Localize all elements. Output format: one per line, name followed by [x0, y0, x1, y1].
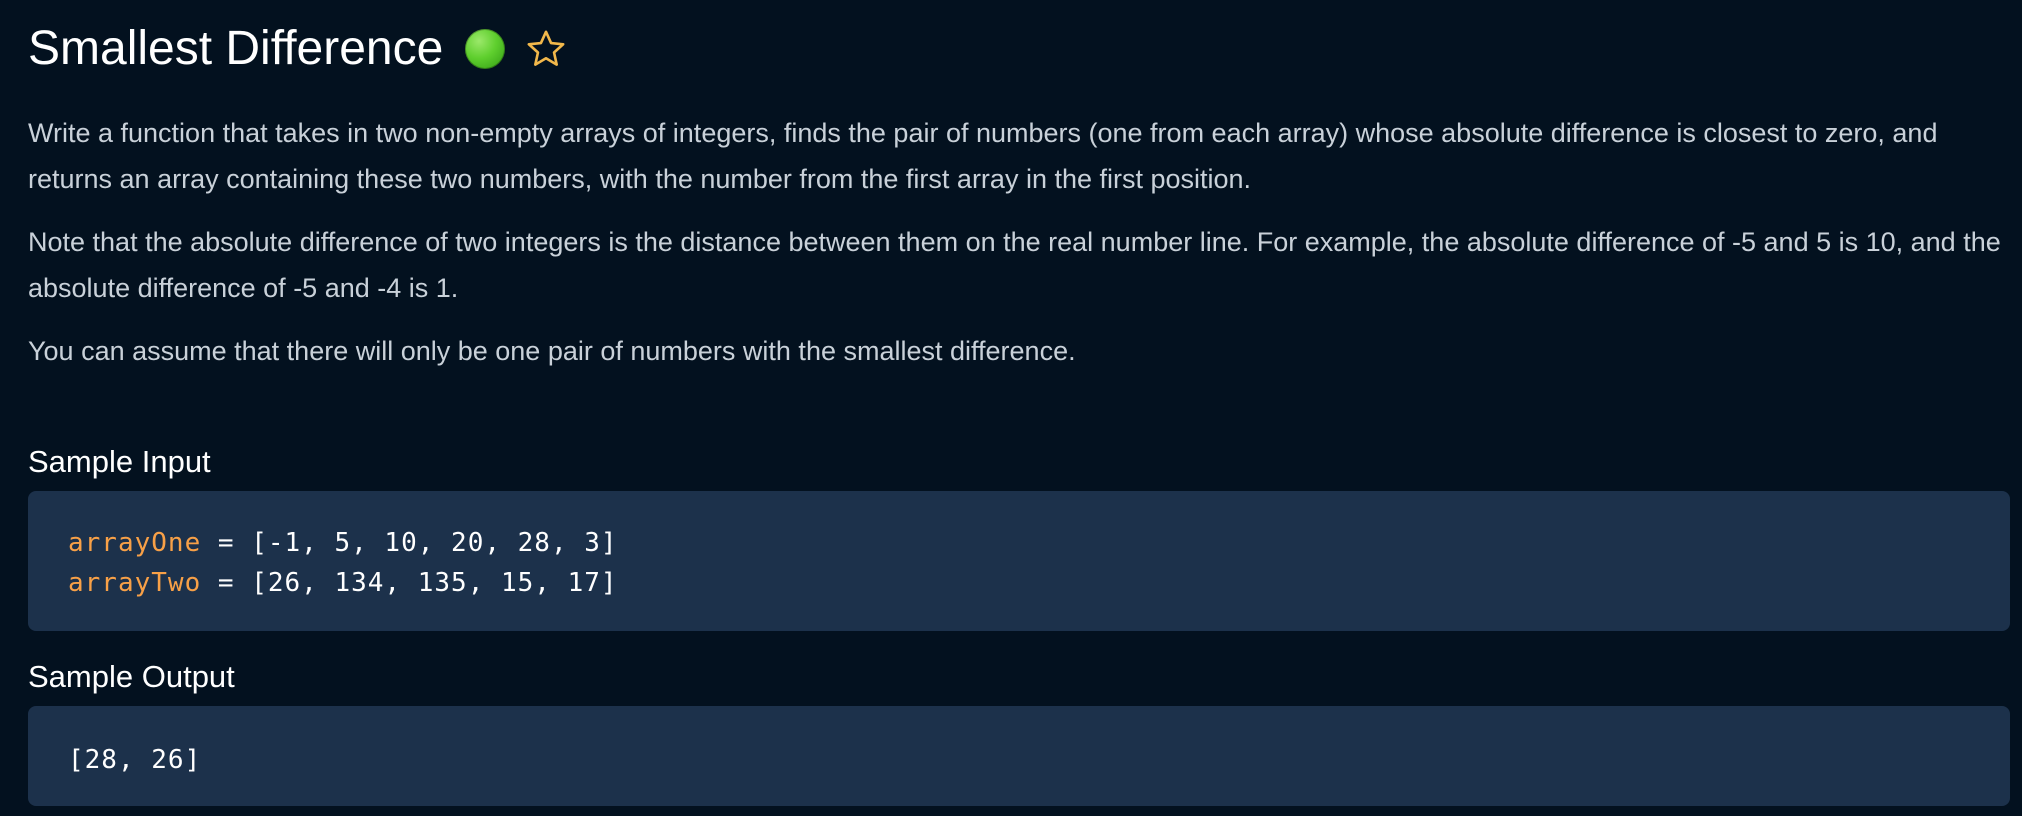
description-paragraph-3: You can assume that there will only be o… — [28, 336, 1076, 366]
code-variable: arrayOne — [68, 528, 202, 558]
title-row: Smallest Difference — [28, 0, 2010, 98]
sample-output-code-block: [28, 26] — [28, 706, 2010, 806]
code-line-output: [28, 26] — [68, 745, 202, 775]
page-title: Smallest Difference — [28, 22, 444, 75]
star-icon[interactable] — [525, 28, 567, 70]
sample-input-code-block: arrayOne = [-1, 5, 10, 20, 28, 3] arrayT… — [28, 491, 2010, 631]
green-dot-icon — [465, 29, 506, 69]
description-paragraph-2: Note that the absolute difference of two… — [28, 227, 2001, 303]
description-paragraph-1: Write a function that takes in two non-e… — [28, 118, 1938, 194]
sample-output-heading: Sample Output — [28, 659, 235, 694]
code-line-array-two: arrayTwo = [26, 134, 135, 15, 17] — [68, 563, 1970, 603]
sample-input-heading: Sample Input — [28, 444, 211, 479]
code-line-array-one: arrayOne = [-1, 5, 10, 20, 28, 3] — [68, 523, 1970, 563]
problem-page: Smallest Difference Write a function tha… — [28, 0, 2010, 806]
code-value: = [-1, 5, 10, 20, 28, 3] — [201, 528, 618, 558]
code-value: = [26, 134, 135, 15, 17] — [201, 568, 618, 598]
code-variable: arrayTwo — [68, 568, 202, 598]
